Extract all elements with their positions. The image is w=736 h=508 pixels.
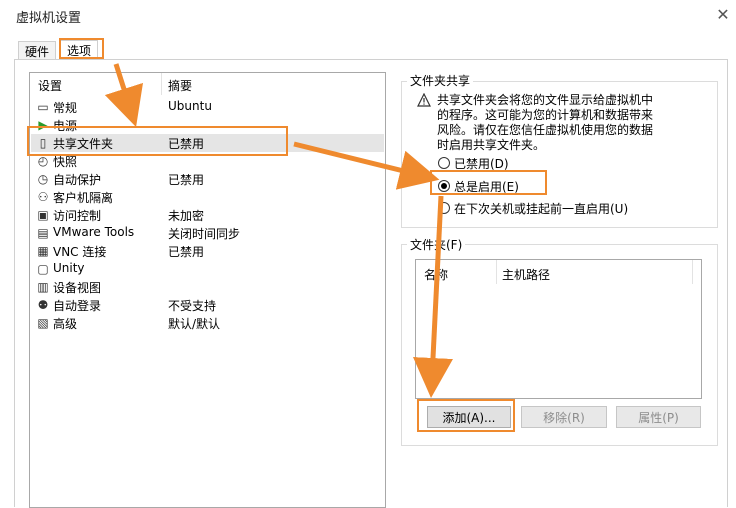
settings-row-name: 自动保护 (53, 173, 102, 187)
settings-row-name: 自动登录 (53, 299, 102, 313)
folders-list[interactable]: 名称 主机路径 (415, 259, 702, 399)
settings-row-summary: 不受支持 (168, 299, 217, 313)
properties-button[interactable]: 属性(P) (616, 406, 701, 428)
settings-row-name: 客户机隔离 (53, 191, 114, 205)
settings-row[interactable]: ⚇ 客户机隔离 (31, 188, 384, 206)
settings-row-summary: 未加密 (168, 209, 205, 223)
settings-row-summary: 已禁用 (168, 137, 205, 151)
snapshot-icon: ◴ (37, 154, 49, 168)
remove-button[interactable]: 移除(R) (521, 406, 607, 428)
vmware-tools-icon: ▤ (37, 226, 49, 240)
settings-row-name: 共享文件夹 (53, 137, 114, 151)
radio-always-enabled[interactable] (438, 180, 450, 192)
settings-row-summary: 默认/默认 (168, 317, 221, 331)
radio-until-poweroff-label[interactable]: 在下次关机或挂起前一直启用(U) (454, 200, 628, 217)
settings-row-summary: 已禁用 (168, 245, 205, 259)
settings-row-name: 高级 (53, 317, 78, 331)
settings-row-summary: Ubuntu (168, 99, 212, 113)
advanced-icon: ▧ (37, 316, 49, 330)
settings-list-header: 设置 摘要 (30, 73, 385, 95)
warning-icon (417, 92, 431, 107)
general-icon: ▭ (37, 100, 49, 114)
settings-row-name: 访问控制 (53, 209, 102, 223)
settings-row-name: VMware Tools (53, 225, 135, 239)
access-control-icon: ▣ (37, 208, 49, 222)
isolation-icon: ⚇ (37, 190, 49, 204)
radio-disabled-label[interactable]: 已禁用(D) (454, 155, 509, 172)
settings-row-name: 常规 (53, 101, 78, 115)
settings-row[interactable]: ⚉ 自动登录 不受支持 (31, 296, 384, 314)
settings-row[interactable]: ▦ VNC 连接 已禁用 (31, 242, 384, 260)
close-icon[interactable]: ✕ (712, 4, 734, 26)
settings-row[interactable]: ▶ 电源 (31, 116, 384, 134)
settings-row[interactable]: ▧ 高级 默认/默认 (31, 314, 384, 332)
settings-list[interactable]: 设置 摘要 ▭ 常规 Ubuntu ▶ 电源 ▯ 共享文件夹 已禁用 ◴ 快照 ◷ 自动保护 已禁用 ⚇ 客… (29, 72, 386, 508)
power-icon: ▶ (38, 118, 48, 132)
column-header-summary[interactable]: 摘要 (168, 77, 192, 94)
add-button[interactable]: 添加(A)... (427, 406, 511, 428)
settings-row[interactable]: ▤ VMware Tools 关闭时间同步 (31, 224, 384, 242)
settings-row-name: VNC 连接 (53, 245, 107, 259)
settings-row[interactable]: ▣ 访问控制 未加密 (31, 206, 384, 224)
autoprotect-icon: ◷ (37, 172, 49, 186)
settings-row-summary: 已禁用 (168, 173, 205, 187)
settings-row[interactable]: ▭ 常规 Ubuntu (31, 98, 384, 116)
settings-row-name: Unity (53, 261, 85, 275)
column-header-setting[interactable]: 设置 (38, 77, 62, 94)
warning-text: 共享文件夹会将您的文件显示给虚拟机中 的程序。这可能为您的计算机和数据带来 风险… (437, 93, 654, 152)
title-bar: 虚拟机设置 ✕ (0, 0, 736, 32)
device-view-icon: ▥ (37, 280, 49, 294)
settings-row[interactable]: ◷ 自动保护 已禁用 (31, 170, 384, 188)
vnc-icon: ▦ (37, 244, 49, 258)
folder-sharing-label: 文件夹共享 (407, 72, 474, 89)
settings-row[interactable]: ▢ Unity (31, 260, 384, 278)
settings-row-name: 快照 (53, 155, 78, 169)
radio-disabled[interactable] (438, 157, 450, 169)
radio-until-poweroff[interactable] (438, 202, 450, 214)
settings-row[interactable]: ▥ 设备视图 (31, 278, 384, 296)
settings-row-summary: 关闭时间同步 (168, 227, 241, 241)
column-header-host-path[interactable]: 主机路径 (502, 266, 550, 283)
shared-folder-icon: ▯ (39, 136, 47, 150)
column-header-name[interactable]: 名称 (424, 266, 448, 283)
settings-row[interactable]: ◴ 快照 (31, 152, 384, 170)
settings-row-name: 电源 (53, 119, 78, 133)
unity-icon: ▢ (37, 262, 49, 276)
window-title: 虚拟机设置 (16, 11, 82, 26)
radio-always-enabled-label[interactable]: 总是启用(E) (454, 178, 519, 195)
settings-row-name: 设备视图 (53, 281, 102, 295)
autologin-icon: ⚉ (37, 298, 49, 312)
folders-label: 文件夹(F) (407, 236, 466, 253)
settings-row[interactable]: ▯ 共享文件夹 已禁用 (31, 134, 384, 152)
